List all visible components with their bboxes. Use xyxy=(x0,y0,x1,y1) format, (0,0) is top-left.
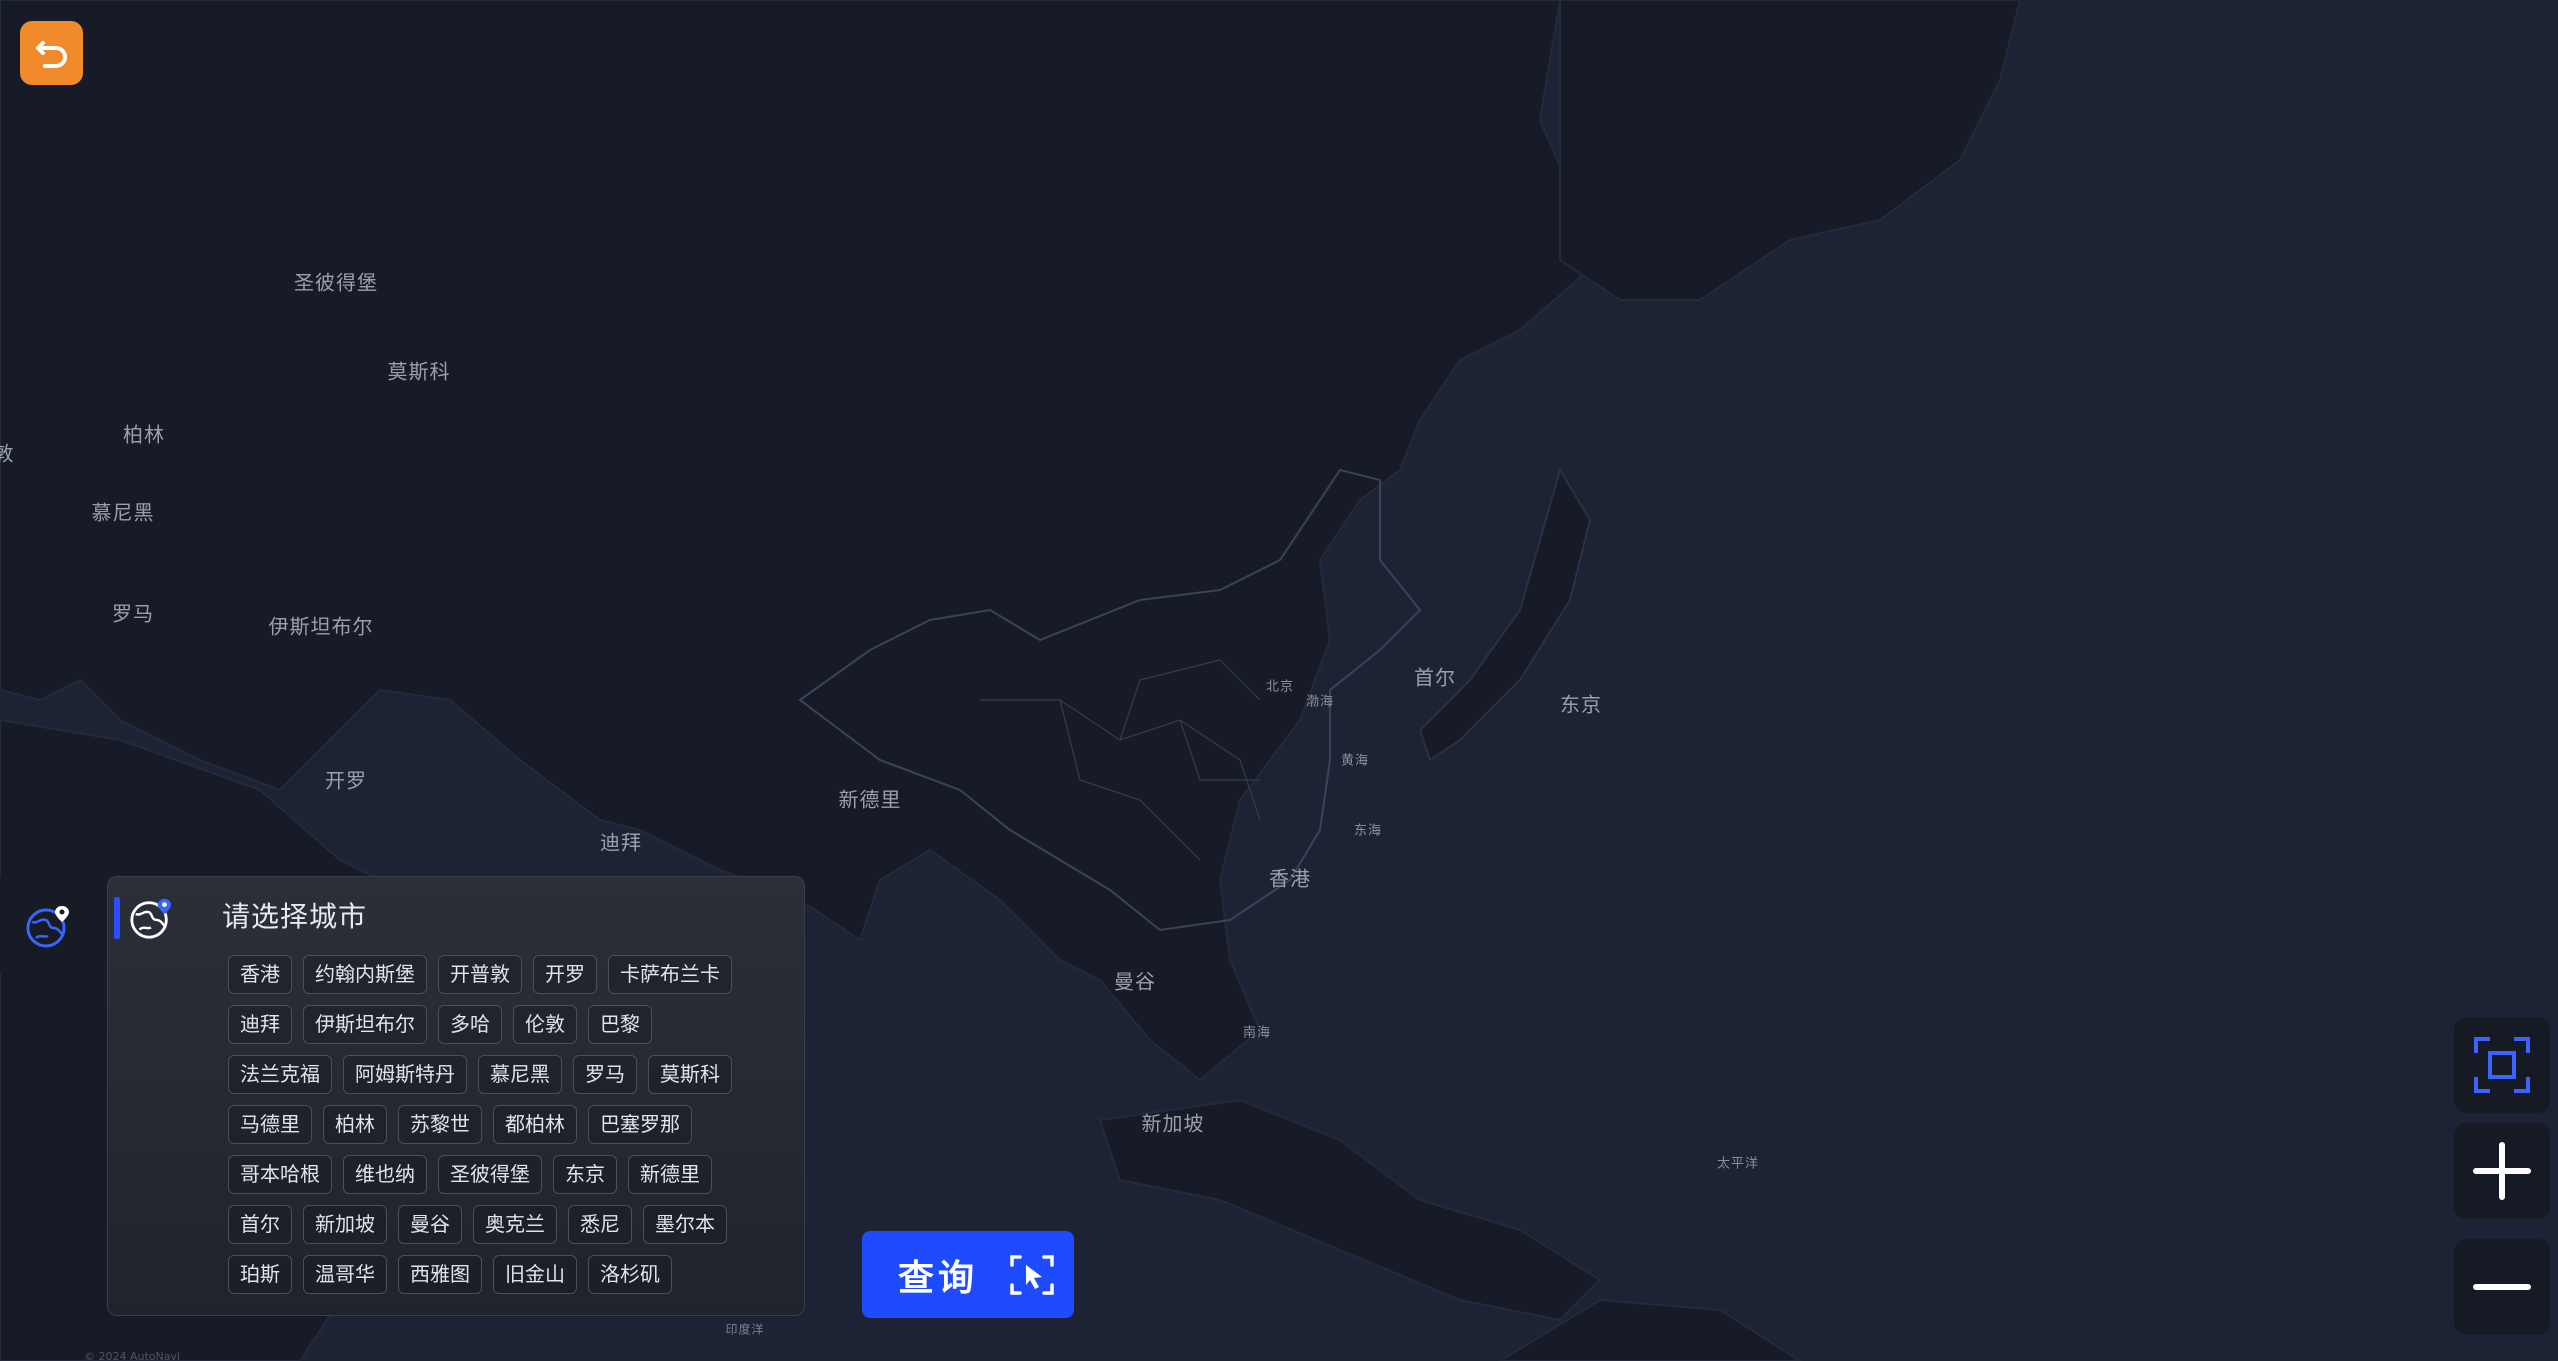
city-tag[interactable]: 东京 xyxy=(553,1155,617,1194)
city-tag[interactable]: 首尔 xyxy=(228,1205,292,1244)
city-tag[interactable]: 洛杉矶 xyxy=(588,1255,672,1294)
map-label-new-delhi: 新德里 xyxy=(838,787,902,812)
fit-screen-icon xyxy=(2474,1037,2530,1093)
map-label-dubai: 迪拜 xyxy=(600,830,642,855)
panel-title: 请选择城市 xyxy=(222,900,368,933)
map-label-rome: 罗马 xyxy=(112,601,154,626)
city-tag[interactable]: 苏黎世 xyxy=(398,1105,482,1144)
city-tag[interactable]: 新加坡 xyxy=(303,1205,387,1244)
back-button[interactable] xyxy=(20,21,83,85)
zoom-out-button[interactable] xyxy=(2454,1239,2550,1335)
city-tag[interactable]: 哥本哈根 xyxy=(228,1155,332,1194)
map-label-south-sea: 南海 xyxy=(1242,1025,1272,1041)
city-tag[interactable]: 都柏林 xyxy=(493,1105,577,1144)
map-label-berlin: 柏林 xyxy=(123,422,165,447)
map-label-edge: 敦 xyxy=(0,441,15,466)
city-tag[interactable]: 维也纳 xyxy=(343,1155,427,1194)
city-tag[interactable]: 阿姆斯特丹 xyxy=(343,1055,467,1094)
query-button[interactable]: 查询 xyxy=(862,1231,1074,1318)
map-label-munich: 慕尼黑 xyxy=(91,500,155,525)
map-label-hong-kong: 香港 xyxy=(1269,866,1311,891)
city-tag[interactable]: 迪拜 xyxy=(228,1005,292,1044)
city-tag[interactable]: 香港 xyxy=(228,955,292,994)
city-tag[interactable]: 慕尼黑 xyxy=(478,1055,562,1094)
city-tag[interactable]: 圣彼得堡 xyxy=(438,1155,542,1194)
map-label-yellow-sea: 黄海 xyxy=(1340,753,1370,769)
city-row: 哥本哈根 维也纳 圣彼得堡 东京 新德里 xyxy=(228,1155,788,1194)
map-label-east-sea: 东海 xyxy=(1353,823,1383,839)
minus-icon xyxy=(2473,1284,2531,1290)
city-tag[interactable]: 曼谷 xyxy=(398,1205,462,1244)
city-tag[interactable]: 罗马 xyxy=(573,1055,637,1094)
city-tag[interactable]: 巴黎 xyxy=(588,1005,652,1044)
map-label-seoul: 首尔 xyxy=(1414,665,1456,690)
city-tag[interactable]: 珀斯 xyxy=(228,1255,292,1294)
city-tag[interactable]: 开普敦 xyxy=(438,955,522,994)
city-row: 珀斯 温哥华 西雅图 旧金山 洛杉矶 xyxy=(228,1255,788,1294)
zoom-in-button[interactable] xyxy=(2454,1123,2550,1219)
city-row: 首尔 新加坡 曼谷 奥克兰 悉尼 墨尔本 xyxy=(228,1205,788,1244)
map-label-cairo: 开罗 xyxy=(325,768,367,793)
city-panel-toggle[interactable] xyxy=(0,878,96,973)
plus-icon xyxy=(2473,1142,2531,1200)
city-row: 香港 约翰内斯堡 开普敦 开罗 卡萨布兰卡 xyxy=(228,955,788,994)
city-tag[interactable]: 奥克兰 xyxy=(473,1205,557,1244)
back-arrow-icon xyxy=(35,41,67,68)
city-tag[interactable]: 巴塞罗那 xyxy=(588,1105,692,1144)
map-label-indian-ocean: 印度洋 xyxy=(725,1322,765,1337)
city-tag[interactable]: 多哈 xyxy=(438,1005,502,1044)
city-select-panel: 请选择城市 香港 约翰内斯堡 开普敦 开罗 卡萨布兰卡 迪拜 伊斯坦布尔 多哈 … xyxy=(107,876,805,1316)
map-label-st-petersburg: 圣彼得堡 xyxy=(294,270,378,295)
query-button-label: 查询 xyxy=(898,1257,979,1299)
map-label-beijing: 北京 xyxy=(1265,679,1295,695)
fit-screen-button[interactable] xyxy=(2454,1017,2550,1113)
city-row: 马德里 柏林 苏黎世 都柏林 巴塞罗那 xyxy=(228,1105,788,1144)
map-copyright: © 2024 AutoNavi xyxy=(84,1350,181,1361)
map-label-bohai: 渤海 xyxy=(1305,694,1335,710)
city-tag[interactable]: 伊斯坦布尔 xyxy=(303,1005,427,1044)
city-tag[interactable]: 法兰克福 xyxy=(228,1055,332,1094)
globe-pin-icon xyxy=(130,898,172,939)
city-row: 迪拜 伊斯坦布尔 多哈 伦敦 巴黎 xyxy=(228,1005,788,1044)
city-tag[interactable]: 悉尼 xyxy=(568,1205,632,1244)
city-tag[interactable]: 温哥华 xyxy=(303,1255,387,1294)
city-tag[interactable]: 开罗 xyxy=(533,955,597,994)
city-tag-grid: 香港 约翰内斯堡 开普敦 开罗 卡萨布兰卡 迪拜 伊斯坦布尔 多哈 伦敦 巴黎 … xyxy=(228,955,788,1305)
city-row: 法兰克福 阿姆斯特丹 慕尼黑 罗马 莫斯科 xyxy=(228,1055,788,1094)
city-tag[interactable]: 旧金山 xyxy=(493,1255,577,1294)
city-tag[interactable]: 莫斯科 xyxy=(648,1055,732,1094)
city-tag[interactable]: 西雅图 xyxy=(398,1255,482,1294)
city-tag[interactable]: 卡萨布兰卡 xyxy=(608,955,732,994)
map-label-singapore: 新加坡 xyxy=(1141,1111,1205,1136)
city-tag[interactable]: 马德里 xyxy=(228,1105,312,1144)
map-label-tokyo: 东京 xyxy=(1560,692,1602,717)
city-tag[interactable]: 柏林 xyxy=(323,1105,387,1144)
city-tag[interactable]: 伦敦 xyxy=(513,1005,577,1044)
map-stage[interactable]: 圣彼得堡 莫斯科 柏林 敦 慕尼黑 罗马 伊斯坦布尔 开罗 迪拜 新德里 香港 … xyxy=(0,0,2558,1361)
map-label-istanbul: 伊斯坦布尔 xyxy=(268,614,374,639)
cursor-select-icon xyxy=(1010,1254,1054,1295)
globe-pin-icon xyxy=(26,905,69,947)
city-tag[interactable]: 新德里 xyxy=(628,1155,712,1194)
map-label-moscow: 莫斯科 xyxy=(387,359,451,384)
city-tag[interactable]: 约翰内斯堡 xyxy=(303,955,427,994)
map-label-bangkok: 曼谷 xyxy=(1114,969,1156,994)
panel-accent-bar xyxy=(114,897,120,939)
city-tag[interactable]: 墨尔本 xyxy=(643,1205,727,1244)
map-label-pacific: 太平洋 xyxy=(1716,1156,1760,1172)
